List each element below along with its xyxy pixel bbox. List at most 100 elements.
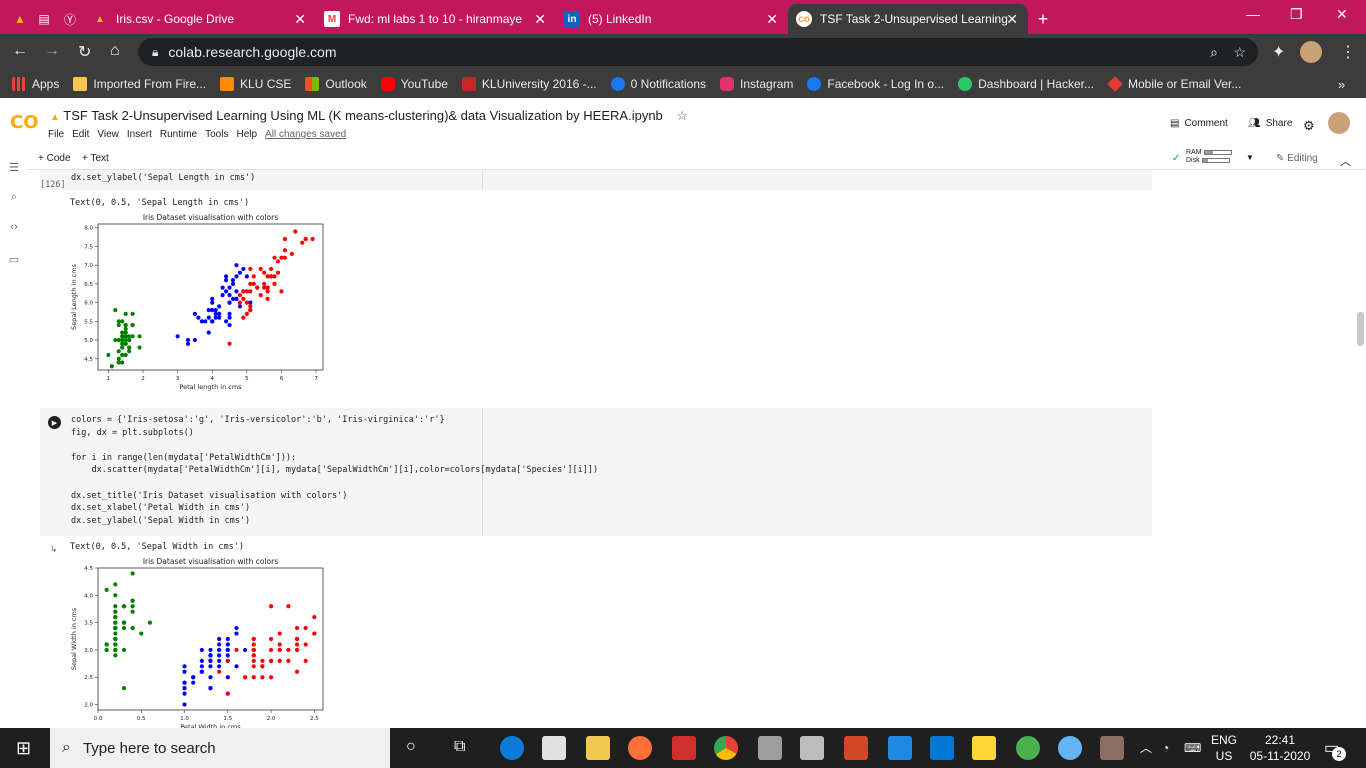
app-icon[interactable] <box>758 736 782 760</box>
docs-shortcut-icon[interactable]: ▤ <box>32 4 56 34</box>
data-point <box>310 236 315 242</box>
code-snippets-icon[interactable]: ‹› <box>7 220 21 234</box>
comment-button[interactable]: ▤ Comment <box>1170 118 1228 129</box>
resource-monitor[interactable]: RAM Disk <box>1186 149 1232 165</box>
menu-file[interactable]: File <box>48 129 64 140</box>
windows-start-icon[interactable]: ⊞ <box>16 738 31 759</box>
bookmark-firefox[interactable]: Imported From Fire... <box>73 77 206 91</box>
utorrent-icon[interactable] <box>1016 736 1040 760</box>
table-of-contents-icon[interactable]: ☰ <box>7 160 21 174</box>
bookmark-facebook[interactable]: Facebook - Log In o... <box>807 77 944 91</box>
run-cell-button[interactable]: ▶ <box>48 416 61 429</box>
menu-edit[interactable]: Edit <box>72 129 89 140</box>
bookmark-hackerrank[interactable]: Dashboard | Hacker... <box>958 77 1094 91</box>
output-arrow-icon[interactable]: ↳ <box>50 544 58 555</box>
bookmark-outlook[interactable]: Outlook <box>305 77 367 91</box>
tab-linkedin[interactable]: in (5) LinkedIn ✕ <box>556 4 788 34</box>
firefox-icon[interactable] <box>628 736 652 760</box>
notebook-content[interactable]: [126] dx.set_ylabel('Sepal Length in cms… <box>28 170 1366 728</box>
search-icon[interactable]: ⌕ <box>7 190 21 204</box>
forward-icon[interactable]: → <box>44 42 60 60</box>
data-point <box>234 274 239 279</box>
menu-view[interactable]: View <box>97 129 119 140</box>
colab-logo[interactable]: CO <box>10 112 39 133</box>
code-cell-1[interactable]: [126] dx.set_ylabel('Sepal Length in cms… <box>40 170 1152 190</box>
hackerrank-icon <box>958 77 973 91</box>
close-icon[interactable]: ✕ <box>1006 11 1018 28</box>
tab-gmail[interactable]: M Fwd: ml labs 1 to 10 - hiranmaye ✕ <box>316 4 556 34</box>
paint-icon[interactable] <box>1100 736 1124 760</box>
add-text-button[interactable]: + Text <box>82 153 109 164</box>
account-avatar[interactable] <box>1328 112 1350 134</box>
code-cell-2[interactable]: ▶ colors = {'Iris-setosa':'g', 'Iris-ver… <box>40 408 1152 536</box>
yahoo-shortcut-icon[interactable]: Ⓨ <box>56 4 84 34</box>
task-view-icon[interactable]: ⧉ <box>454 738 465 756</box>
data-point <box>277 631 282 636</box>
star-icon[interactable]: ☆ <box>1233 44 1246 61</box>
save-status[interactable]: All changes saved <box>265 129 346 140</box>
share-button[interactable]: 👥︎ Share <box>1248 118 1292 129</box>
edge-icon[interactable] <box>500 736 524 760</box>
star-icon[interactable]: ☆ <box>676 108 688 123</box>
network-icon[interactable]: ◔ <box>1162 740 1169 756</box>
profile-avatar[interactable] <box>1300 41 1322 63</box>
data-point <box>130 571 135 576</box>
file-explorer-icon[interactable] <box>586 736 610 760</box>
mail-icon[interactable] <box>888 736 912 760</box>
sticky-notes-icon[interactable] <box>972 736 996 760</box>
close-icon[interactable]: ✕ <box>766 11 778 28</box>
more-menu-icon[interactable]: ⋮ <box>1340 42 1356 62</box>
language-indicator[interactable]: ENG US <box>1208 732 1240 764</box>
taskbar-search[interactable]: ⌕ Type here to search <box>50 728 390 768</box>
collapse-header-icon[interactable]: ︿ <box>1340 153 1351 169</box>
data-point <box>255 285 260 290</box>
code-editor[interactable]: colors = {'Iris-setosa':'g', 'Iris-versi… <box>71 414 598 527</box>
cortana-icon[interactable]: ○ <box>406 738 416 756</box>
minimize-icon[interactable]: — <box>1246 6 1260 22</box>
close-icon[interactable]: ✕ <box>534 11 546 28</box>
close-window-icon[interactable]: ✕ <box>1336 6 1348 23</box>
settings-gear-icon[interactable]: ⚙ <box>1303 118 1315 134</box>
chevron-up-icon[interactable]: ︿ <box>1140 740 1152 756</box>
clock[interactable]: 22:41 05-11-2020 <box>1244 732 1316 764</box>
input-icon[interactable]: ⌨ <box>1184 740 1201 756</box>
files-folder-icon[interactable]: ▭ <box>7 252 21 266</box>
notebook-title[interactable]: TSF Task 2-Unsupervised Learning Using M… <box>63 108 662 123</box>
bookmark-youtube[interactable]: YouTube <box>380 77 448 91</box>
extensions-icon[interactable]: ✦ <box>1272 42 1285 62</box>
data-point <box>182 702 187 707</box>
menu-tools[interactable]: Tools <box>205 129 228 140</box>
new-tab-button[interactable]: + <box>1028 4 1058 34</box>
bookmark-klu-cse[interactable]: KLU CSE <box>220 77 291 91</box>
add-code-button[interactable]: + Code <box>38 153 71 164</box>
editing-mode[interactable]: ✎ Editing <box>1276 153 1318 164</box>
page-scrollbar[interactable] <box>1357 312 1364 346</box>
more-bookmarks-icon[interactable]: » <box>1338 77 1345 92</box>
menu-runtime[interactable]: Runtime <box>160 129 197 140</box>
zoom-icon[interactable]: ⌕ <box>1210 44 1218 61</box>
reload-icon[interactable]: ↻ <box>78 42 91 62</box>
home-icon[interactable]: ⌂ <box>110 42 120 60</box>
back-icon[interactable]: ← <box>12 42 28 60</box>
acrobat-icon[interactable] <box>672 736 696 760</box>
bookmark-apps[interactable]: Apps <box>12 77 59 91</box>
outlook-icon[interactable] <box>930 736 954 760</box>
r-icon[interactable] <box>1058 736 1082 760</box>
tab-colab[interactable]: co TSF Task 2-Unsupervised Learning ✕ <box>788 4 1028 34</box>
bookmark-notifications[interactable]: 0 Notifications <box>610 77 706 91</box>
tab-drive[interactable]: ▲ Iris.csv - Google Drive ✕ <box>84 4 316 34</box>
bookmark-mobile-email[interactable]: Mobile or Email Ver... <box>1107 76 1241 92</box>
bookmark-instagram[interactable]: Instagram <box>720 77 793 91</box>
restore-icon[interactable]: ❐ <box>1290 6 1303 23</box>
app-icon[interactable] <box>800 736 824 760</box>
bookmark-kluniversity[interactable]: KLUniversity 2016 -... <box>461 77 597 91</box>
menu-help[interactable]: Help <box>236 129 257 140</box>
chrome-icon[interactable] <box>714 736 738 760</box>
url-bar[interactable]: 🔒︎ colab.research.google.com ⌕ ☆ <box>138 38 1258 66</box>
powerpoint-icon[interactable] <box>844 736 868 760</box>
drive-shortcut-icon[interactable]: ▲ <box>8 4 32 34</box>
menu-insert[interactable]: Insert <box>127 129 152 140</box>
store-icon[interactable] <box>542 736 566 760</box>
chevron-down-icon[interactable]: ▼ <box>1246 153 1254 162</box>
close-icon[interactable]: ✕ <box>294 11 306 28</box>
